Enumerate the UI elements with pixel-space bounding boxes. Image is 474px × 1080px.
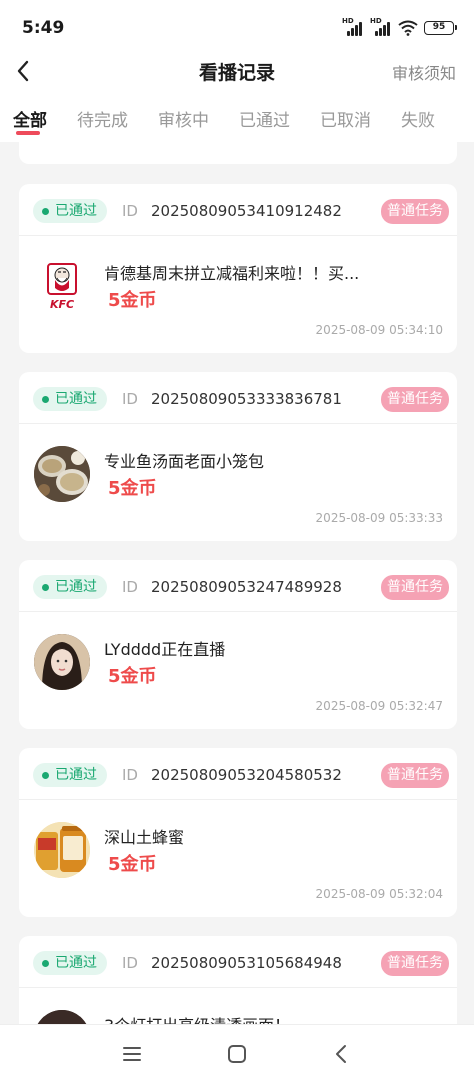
system-nav-bar [0, 1024, 474, 1080]
task-type-badge: 普通任务 [381, 575, 449, 600]
id-label: ID [122, 954, 138, 972]
status-time: 5:49 [22, 18, 65, 38]
kfc-logo-icon: KFC [34, 258, 90, 314]
review-notice-link[interactable]: 审核须知 [392, 60, 456, 84]
status-bar: 5:49 HD HD 95 [0, 0, 474, 56]
card-header: 已通过 ID 20250809053333836781 普通任务 [19, 372, 457, 424]
tab-reviewing[interactable]: 审核中 [158, 106, 209, 131]
status-dot-icon [42, 772, 49, 779]
reward-amount: 5金币 [108, 854, 157, 875]
reward-amount: 5金币 [108, 290, 157, 311]
filter-tabs: 全部 待完成 审核中 已通过 已取消 失败 [0, 86, 474, 142]
record-card[interactable]: 已通过 ID 20250809053410912482 普通任务 KFC 肯德基… [19, 184, 457, 353]
record-time: 2025-08-09 05:32:47 [315, 699, 443, 713]
avatar-photo-icon [34, 634, 90, 690]
honey-photo-icon [34, 822, 90, 878]
food-photo-icon [34, 446, 90, 502]
record-title: 专业鱼汤面老面小笼包 [104, 452, 265, 471]
status-dot-icon [42, 208, 49, 215]
card-header: 已通过 ID 20250809053410912482 普通任务 [19, 184, 457, 236]
record-time: 2025-08-09 05:34:10 [315, 323, 443, 337]
record-card[interactable]: 已通过 ID 20250809053105684948 普通任务 3个灯打出高级… [19, 936, 457, 1024]
record-id: 20250809053333836781 [151, 390, 342, 408]
card-header: 已通过 ID 20250809053247489928 普通任务 [19, 560, 457, 612]
record-list[interactable]: 已通过 ID 20250809053410912482 普通任务 KFC 肯德基… [0, 142, 474, 1024]
id-label: ID [122, 766, 138, 784]
record-card[interactable]: 已通过 ID 20250809053333836781 普通任务 专业鱼汤面老面… [19, 372, 457, 541]
id-label: ID [122, 202, 138, 220]
record-title: LYdddd正在直播 [104, 640, 226, 659]
task-type-badge: 普通任务 [381, 387, 449, 412]
status-dot-icon [42, 396, 49, 403]
task-type-badge: 普通任务 [381, 763, 449, 788]
card-header: 已通过 ID 20250809053204580532 普通任务 [19, 748, 457, 800]
id-label: ID [122, 390, 138, 408]
record-title: 3个灯打出高级清透画面！ [104, 1012, 290, 1024]
tab-pending[interactable]: 待完成 [77, 106, 128, 131]
status-badge: 已通过 [33, 199, 107, 223]
record-time: 2025-08-09 05:32:04 [315, 887, 443, 901]
status-badge: 已通过 [33, 763, 107, 787]
tab-failed[interactable]: 失败 [401, 106, 435, 131]
tab-cancelled[interactable]: 已取消 [320, 106, 371, 131]
record-card-partial[interactable] [19, 142, 457, 164]
status-badge: 已通过 [33, 575, 107, 599]
record-id: 20250809053204580532 [151, 766, 342, 784]
home-icon[interactable] [226, 1043, 248, 1065]
wifi-icon [398, 20, 418, 36]
active-tab-indicator [16, 131, 40, 135]
task-type-badge: 普通任务 [381, 199, 449, 224]
record-time: 2025-08-09 05:33:33 [315, 511, 443, 525]
task-type-badge: 普通任务 [381, 951, 449, 976]
status-icons: HD HD 95 [342, 17, 457, 36]
reward-amount: 5金币 [108, 666, 157, 687]
nav-bar: 看播记录 审核须知 [0, 56, 474, 86]
record-title: 肯德基周末拼立减福利来啦！！买... [104, 264, 360, 283]
back-nav-icon[interactable] [331, 1043, 353, 1065]
tab-all[interactable]: 全部 [13, 106, 47, 131]
record-card[interactable]: 已通过 ID 20250809053247489928 普通任务 LYdddd正… [19, 560, 457, 729]
record-title: 深山土蜂蜜 [104, 828, 185, 847]
svg-text:KFC: KFC [50, 298, 74, 311]
battery-icon: 95 [424, 21, 457, 35]
avatar-photo-icon [34, 1010, 90, 1024]
status-badge: 已通过 [33, 387, 107, 411]
record-id: 20250809053247489928 [151, 578, 342, 596]
record-id: 20250809053410912482 [151, 202, 342, 220]
menu-icon[interactable] [121, 1043, 143, 1065]
reward-amount: 5金币 [108, 478, 157, 499]
card-header: 已通过 ID 20250809053105684948 普通任务 [19, 936, 457, 988]
status-dot-icon [42, 960, 49, 967]
id-label: ID [122, 578, 138, 596]
record-id: 20250809053105684948 [151, 954, 342, 972]
signal-icon: HD [370, 17, 392, 36]
record-card[interactable]: 已通过 ID 20250809053204580532 普通任务 深山土蜂蜜 5… [19, 748, 457, 917]
signal-icon: HD [342, 17, 364, 36]
status-badge: 已通过 [33, 951, 107, 975]
tab-approved[interactable]: 已通过 [239, 106, 290, 131]
status-dot-icon [42, 584, 49, 591]
